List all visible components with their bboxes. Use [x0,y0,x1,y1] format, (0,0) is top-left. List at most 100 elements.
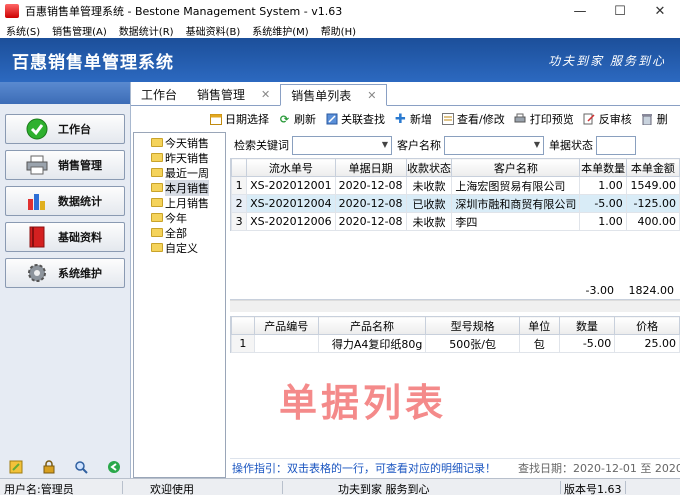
column-header[interactable]: 产品名称 [317,316,427,335]
column-header[interactable]: 客户名称 [451,158,581,177]
unapprove-button[interactable]: 反审核 [583,111,632,127]
tree-node-custom[interactable]: 自定义 [134,240,225,255]
column-header[interactable]: 收款状态 [405,158,453,177]
refresh-button[interactable]: ⟳ 刷新 [278,111,316,127]
quantity-cell[interactable]: -5.00 [558,334,616,353]
amount-cell[interactable]: 1549.00 [625,176,680,195]
sidebar-item-statistics[interactable]: 数据统计 [5,186,125,216]
orders-grid: 流水单号 单据日期 收款状态 客户名称 本单数量 本单金额 1 XS-20201… [230,158,680,231]
tree-node-this-month[interactable]: 本月销售 [134,179,225,196]
column-header[interactable]: 产品编号 [253,316,319,335]
minimize-button[interactable]: — [560,0,600,22]
menu-statistics[interactable]: 数据统计(R) [119,23,174,38]
customer-cell[interactable]: 李四 [451,212,581,231]
product-name-cell[interactable]: 得力A4复印纸80g [317,334,427,353]
quantity-cell[interactable]: -5.00 [579,194,627,213]
column-header[interactable]: 型号规格 [425,316,520,335]
lock-icon[interactable] [42,460,56,474]
customer-cell[interactable]: 上海宏图贸易有限公司 [451,176,581,195]
tab-close-icon[interactable]: ✕ [261,88,270,101]
menu-sales[interactable]: 销售管理(A) [52,23,107,38]
add-button[interactable]: ✚ 新增 [394,111,432,127]
maximize-button[interactable]: ☐ [600,0,640,22]
tree-node-all[interactable]: 全部 [134,225,225,240]
menu-maintenance[interactable]: 系统维护(M) [252,23,308,38]
orders-summary-row: -3.00 1824.00 [230,282,680,300]
order-date-cell[interactable]: 2020-12-08 [334,176,407,195]
folder-open-icon [151,183,163,192]
table-row[interactable]: 3 XS-202012006 2020-12-08 未收款 李四 1.00 40… [230,212,680,231]
tab-sales-management[interactable]: 销售管理 ✕ [187,83,280,105]
folder-icon [151,198,163,207]
calendar-icon [209,113,222,126]
view-edit-button[interactable]: 查看/修改 [441,111,505,127]
payment-status-cell[interactable]: 未收款 [405,176,453,195]
tab-workbench[interactable]: 工作台 [131,83,187,105]
menu-bar: 系统(S) 销售管理(A) 数据统计(R) 基础资料(B) 系统维护(M) 帮助… [0,22,680,38]
order-no-cell[interactable]: XS-202012006 [246,212,336,231]
keyword-dropdown[interactable]: ▼ [292,135,392,155]
related-search-button[interactable]: 关联查找 [325,111,385,127]
unit-cell[interactable]: 包 [518,334,560,353]
customer-cell[interactable]: 深圳市融和商贸有限公司 [451,194,581,213]
tab-close-icon[interactable]: ✕ [367,89,376,102]
customer-dropdown[interactable]: ▼ [444,135,544,155]
tree-node-this-year[interactable]: 今年 [134,210,225,225]
order-no-cell[interactable]: XS-202012001 [246,176,336,195]
total-amount: 1824.00 [628,284,675,297]
details-grid: 产品编号 产品名称 型号规格 单位 数量 价格 1 得力A4复印纸80g 500… [230,316,680,353]
amount-cell[interactable]: 400.00 [625,212,680,231]
book-icon [24,226,50,248]
tree-node-yesterday[interactable]: 昨天销售 [134,150,225,165]
sidebar-item-basic-data[interactable]: 基础资料 [5,222,125,252]
tree-node-last-month[interactable]: 上月销售 [134,195,225,210]
sidebar-item-sales[interactable]: 销售管理 [5,150,125,180]
delete-button[interactable]: 删 [641,111,668,127]
menu-help[interactable]: 帮助(H) [321,23,356,38]
table-row[interactable]: 1 得力A4复印纸80g 500张/包 包 -5.00 25.00 [231,334,680,353]
menu-basic-data[interactable]: 基础资料(B) [186,23,241,38]
sidebar-item-workbench[interactable]: 工作台 [5,114,125,144]
close-button[interactable]: ✕ [640,0,680,22]
quantity-cell[interactable]: 1.00 [579,212,627,231]
column-header[interactable]: 价格 [614,316,680,335]
price-cell[interactable]: 25.00 [614,334,680,353]
table-row[interactable]: 1 XS-202012001 2020-12-08 未收款 上海宏图贸易有限公司… [230,176,680,195]
column-header[interactable]: 单据日期 [334,158,407,177]
menu-system[interactable]: 系统(S) [6,23,40,38]
checkmark-icon [24,118,50,140]
table-row[interactable]: 2 XS-202012004 2020-12-08 已收款 深圳市融和商贸有限公… [230,194,680,213]
sidebar-item-maintenance[interactable]: 系统维护 [5,258,125,288]
column-header[interactable]: 本单金额 [625,158,680,177]
app-banner: 百惠销售单管理系统 功夫到家 服务到心 [0,38,680,82]
total-quantity: -3.00 [585,284,614,297]
column-header[interactable]: 单位 [518,316,560,335]
order-date-cell[interactable]: 2020-12-08 [334,212,407,231]
folder-icon [151,168,163,177]
order-date-cell[interactable]: 2020-12-08 [334,194,407,213]
product-code-cell[interactable] [253,334,319,353]
order-no-cell[interactable]: XS-202012004 [246,194,336,213]
exit-icon[interactable] [107,460,121,474]
column-header[interactable]: 本单数量 [579,158,627,177]
amount-cell[interactable]: -125.00 [625,194,680,213]
tab-label: 销售单列表 [291,88,352,103]
quantity-cell[interactable]: 1.00 [579,176,627,195]
tree-node-last-week[interactable]: 最近一周 [134,165,225,180]
status-dropdown[interactable] [596,135,636,155]
sidebar-bottom-icons [0,460,130,474]
window-title: 百惠销售单管理系统 - Bestone Management System - … [25,5,343,18]
search-icon[interactable] [74,460,88,474]
spec-cell[interactable]: 500张/包 [425,334,520,353]
column-header[interactable]: 数量 [558,316,616,335]
column-header[interactable]: 流水单号 [246,158,336,177]
edit-icon[interactable] [9,460,23,474]
date-select-button[interactable]: 日期选择 [209,111,269,127]
payment-status-cell[interactable]: 已收款 [405,194,453,213]
toolbar: 日期选择 ⟳ 刷新 关联查找 ✚ 新增 查看/修改 打印预览 反审核 删 [209,108,680,130]
tree-node-today[interactable]: 今天销售 [134,135,225,150]
tab-sales-order-list[interactable]: 销售单列表 ✕ [280,84,388,106]
print-preview-button[interactable]: 打印预览 [514,111,574,127]
horizontal-scrollbar[interactable] [230,300,680,312]
payment-status-cell[interactable]: 未收款 [405,212,453,231]
